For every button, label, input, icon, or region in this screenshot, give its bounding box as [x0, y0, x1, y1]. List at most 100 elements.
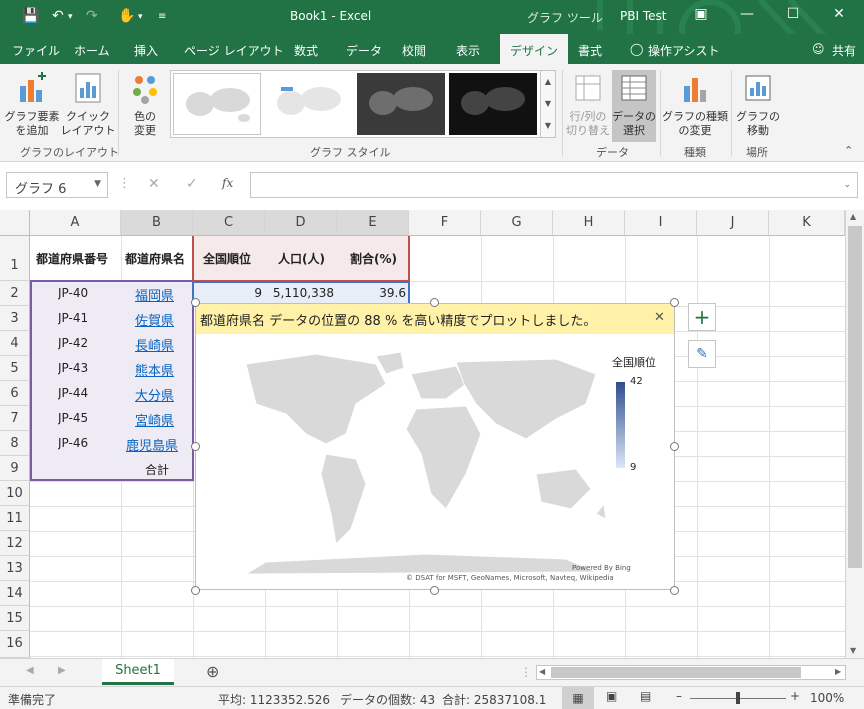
row-header-11[interactable]: 11	[0, 506, 30, 531]
row-header-14[interactable]: 14	[0, 581, 30, 606]
column-header-a[interactable]: A	[30, 210, 121, 236]
column-header-k[interactable]: K	[769, 210, 845, 236]
cell-code[interactable]: JP-45	[58, 411, 88, 425]
vertical-scrollbar[interactable]: ▲ ▼	[845, 210, 864, 658]
switch-row-column-button[interactable]: 行/列の 切り替え	[564, 72, 612, 138]
resize-handle[interactable]	[670, 586, 679, 595]
column-header-h[interactable]: H	[553, 210, 625, 236]
row-header-9[interactable]: 9	[0, 456, 30, 481]
zoom-slider-thumb[interactable]	[736, 692, 740, 704]
tell-me-icon[interactable]: ◯	[630, 42, 643, 56]
cell-rank[interactable]: 9	[193, 286, 262, 300]
collapse-ribbon-icon[interactable]: ⌃	[844, 144, 853, 157]
share-button[interactable]: 共有	[832, 42, 856, 59]
customize-qat-icon[interactable]: ≡	[158, 11, 166, 22]
save-icon[interactable]: 💾	[22, 8, 39, 24]
cell-code[interactable]: JP-46	[58, 436, 88, 450]
header-national-rank[interactable]: 全国順位	[203, 250, 251, 267]
minimize-icon[interactable]: —	[736, 6, 758, 26]
row-header-10[interactable]: 10	[0, 481, 30, 506]
resize-handle[interactable]	[430, 298, 439, 307]
share-icon[interactable]: ☺	[812, 42, 825, 56]
cell-population[interactable]: 5,110,338	[265, 286, 334, 300]
map-chart[interactable]: 都道府県名 データの位置の 88 % を高い精度でプロットしました。 ✕ 全国順…	[195, 303, 675, 590]
row-header-12[interactable]: 12	[0, 531, 30, 556]
sheet-tab-sheet1[interactable]: Sheet1	[102, 659, 174, 685]
cell-name-link[interactable]: 長崎県	[135, 335, 174, 354]
chart-style-4[interactable]	[449, 73, 537, 135]
zoom-in-icon[interactable]: +	[790, 689, 800, 703]
column-header-e[interactable]: E	[337, 210, 409, 236]
tab-home[interactable]: ホーム	[74, 42, 110, 59]
add-chart-element-button[interactable]: グラフ要素 を追加	[4, 72, 60, 138]
tab-split-icon[interactable]: ⋮	[520, 665, 532, 679]
row-header-3[interactable]: 3	[0, 306, 30, 331]
scroll-up-icon[interactable]: ▲	[850, 212, 856, 221]
column-header-j[interactable]: J	[697, 210, 769, 236]
tab-data[interactable]: データ	[346, 42, 382, 59]
row-header-16[interactable]: 16	[0, 631, 30, 658]
redo-icon[interactable]: ↷	[86, 8, 98, 24]
enter-icon[interactable]: ✓	[186, 176, 198, 192]
chart-style-1[interactable]	[173, 73, 261, 135]
tab-format[interactable]: 書式	[578, 42, 602, 59]
expand-formula-icon[interactable]: ⌄	[843, 180, 851, 190]
row-header-8[interactable]: 8	[0, 431, 30, 456]
header-prefecture-code[interactable]: 都道府県番号	[36, 250, 108, 267]
formula-input[interactable]: ⌄	[250, 172, 858, 198]
chart-style-2[interactable]	[265, 73, 353, 135]
next-sheet-icon[interactable]: ▶	[58, 665, 66, 676]
gallery-scroll[interactable]: ▲ ▼ ▼	[540, 70, 556, 138]
row-header-1[interactable]: 1	[0, 236, 30, 281]
tab-design[interactable]: デザイン	[500, 34, 569, 64]
tab-file[interactable]: ファイル	[12, 42, 60, 59]
move-chart-button[interactable]: グラフの 移動	[734, 72, 782, 138]
column-header-g[interactable]: G	[481, 210, 553, 236]
cell-code[interactable]: JP-40	[58, 286, 88, 300]
zoom-out-icon[interactable]: –	[676, 689, 682, 703]
cell-name-link[interactable]: 鹿児島県	[126, 435, 178, 454]
header-ratio[interactable]: 割合(%)	[350, 250, 397, 267]
scroll-down-icon[interactable]: ▼	[850, 646, 856, 655]
insert-function-icon[interactable]: fx	[222, 176, 233, 190]
column-header-d[interactable]: D	[265, 210, 337, 236]
header-prefecture-name[interactable]: 都道府県名	[125, 250, 185, 267]
new-sheet-icon[interactable]: ⊕	[206, 662, 219, 681]
row-header-5[interactable]: 5	[0, 356, 30, 381]
page-break-view-icon[interactable]: ▤	[640, 689, 651, 703]
name-box-dropdown-icon[interactable]: ▼	[94, 179, 101, 189]
resize-handle[interactable]	[670, 442, 679, 451]
cell-name-link[interactable]: 福岡県	[135, 285, 174, 304]
horizontal-scrollbar[interactable]: ◀ ▶	[536, 665, 846, 680]
resize-handle[interactable]	[670, 298, 679, 307]
row-header-4[interactable]: 4	[0, 331, 30, 356]
resize-handle[interactable]	[191, 442, 200, 451]
row-header-15[interactable]: 15	[0, 606, 30, 631]
tell-me-search[interactable]: 操作アシスト	[648, 42, 720, 59]
scroll-thumb[interactable]	[848, 226, 862, 568]
cell-code[interactable]: JP-42	[58, 336, 88, 350]
cell-name-link[interactable]: 佐賀県	[135, 310, 174, 329]
row-header-13[interactable]: 13	[0, 556, 30, 581]
cell-total-label[interactable]: 合計	[145, 461, 169, 478]
name-box[interactable]: グラフ 6 ▼	[6, 172, 108, 198]
cell-name-link[interactable]: 宮崎県	[135, 410, 174, 429]
scroll-right-icon[interactable]: ▶	[835, 667, 841, 676]
column-header-b[interactable]: B	[121, 210, 193, 236]
banner-close-icon[interactable]: ✕	[654, 310, 665, 325]
header-population[interactable]: 人口(人)	[278, 250, 325, 267]
chart-style-3[interactable]	[357, 73, 445, 135]
cancel-icon[interactable]: ✕	[148, 176, 160, 192]
page-layout-view-icon[interactable]: ▣	[606, 689, 617, 703]
h-scroll-thumb[interactable]	[551, 667, 801, 678]
column-header-i[interactable]: I	[625, 210, 697, 236]
select-all-corner[interactable]	[0, 210, 30, 236]
tab-insert[interactable]: 挿入	[134, 42, 158, 59]
tab-page-layout[interactable]: ページ レイアウト	[184, 42, 284, 59]
column-header-c[interactable]: C	[193, 210, 265, 236]
tab-formulas[interactable]: 数式	[294, 42, 318, 59]
touch-mode-icon[interactable]: ✋	[118, 8, 135, 24]
cell-code[interactable]: JP-41	[58, 311, 88, 325]
cell-name-link[interactable]: 熊本県	[135, 360, 174, 379]
row-header-7[interactable]: 7	[0, 406, 30, 431]
